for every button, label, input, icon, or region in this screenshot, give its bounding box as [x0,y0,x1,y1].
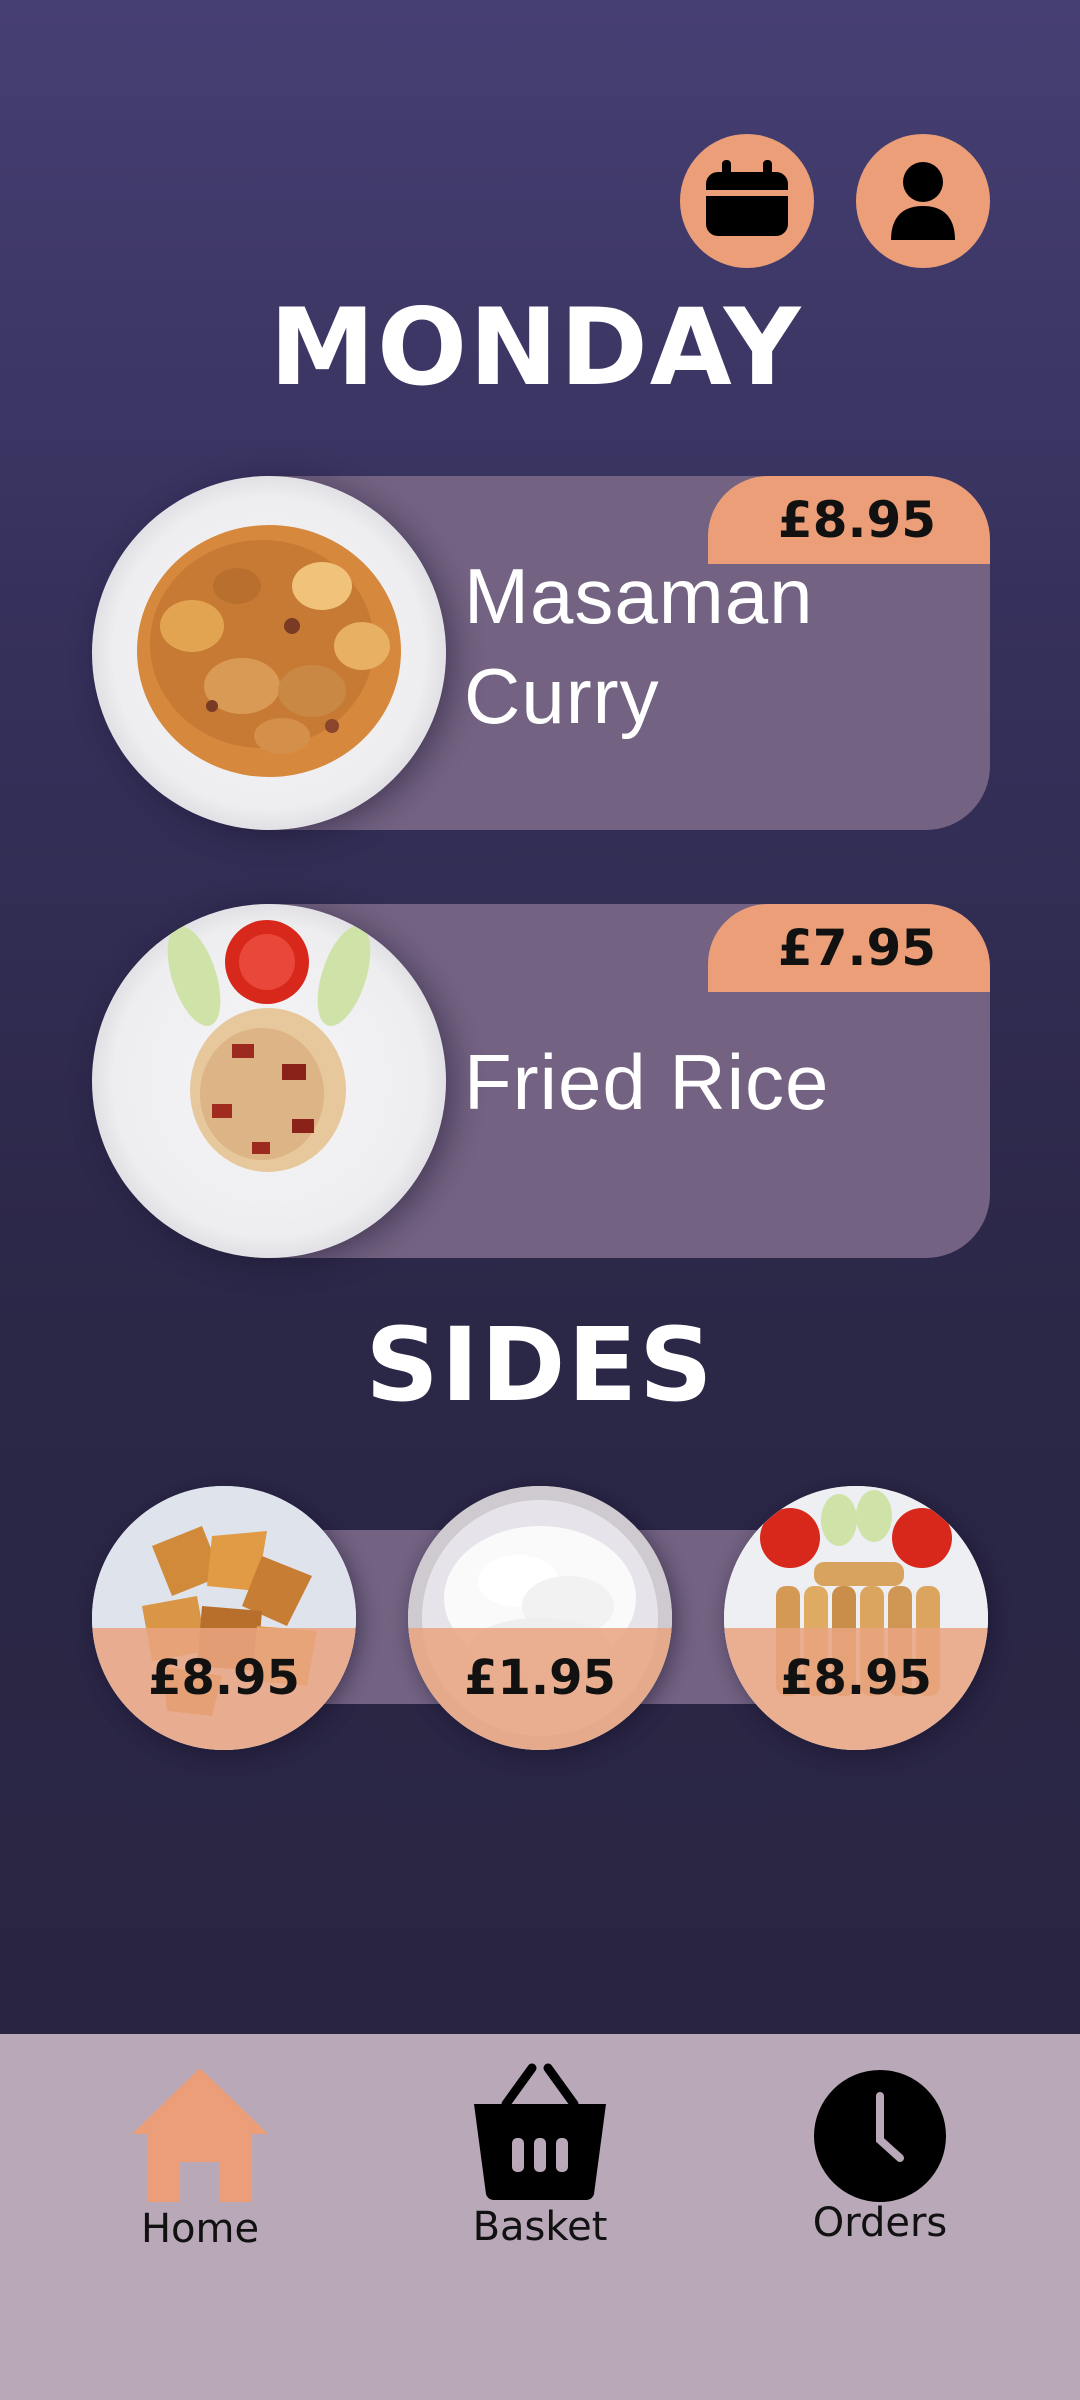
dish-name-line-2: Curry [464,652,660,740]
nav-orders-label: Orders [812,2200,948,2246]
side-item-1[interactable]: £8.95 [92,1486,356,1750]
nav-basket-label: Basket [472,2204,608,2250]
basket-icon [474,2063,606,2200]
side-price: £8.95 [148,1650,300,1706]
price-tag: £7.95 [708,904,990,992]
nav-home-label: Home [140,2206,260,2252]
dish-name: Fried Rice [464,1038,830,1126]
dish-image [92,476,446,830]
day-title: MONDAY [269,286,803,409]
home-icon [132,2068,268,2202]
dish-name-line-1: Masaman [464,552,814,640]
profile-button[interactable] [856,134,990,268]
bottom-navigation: Home Basket Orders [0,2034,1080,2400]
side-price: £1.95 [464,1650,616,1706]
nav-orders[interactable]: Orders [750,2034,1010,2254]
user-icon [891,162,955,240]
dish-card-masaman-curry[interactable]: £8.95 Masaman Curry [92,476,990,830]
nav-basket[interactable]: Basket [410,2034,670,2254]
nav-home[interactable]: Home [70,2034,330,2254]
side-item-3[interactable]: £8.95 [724,1486,988,1750]
dish-image [92,904,446,1258]
calendar-icon [706,160,788,236]
calendar-button[interactable] [680,134,814,268]
dish-card-fried-rice[interactable]: £7.95 Fried Rice [92,904,990,1258]
dish-name: Masaman Curry [464,546,844,746]
side-item-2[interactable]: £1.95 [408,1486,672,1750]
side-price: £8.95 [780,1650,932,1706]
sides-title: SIDES [365,1306,715,1425]
clock-icon [814,2070,946,2202]
